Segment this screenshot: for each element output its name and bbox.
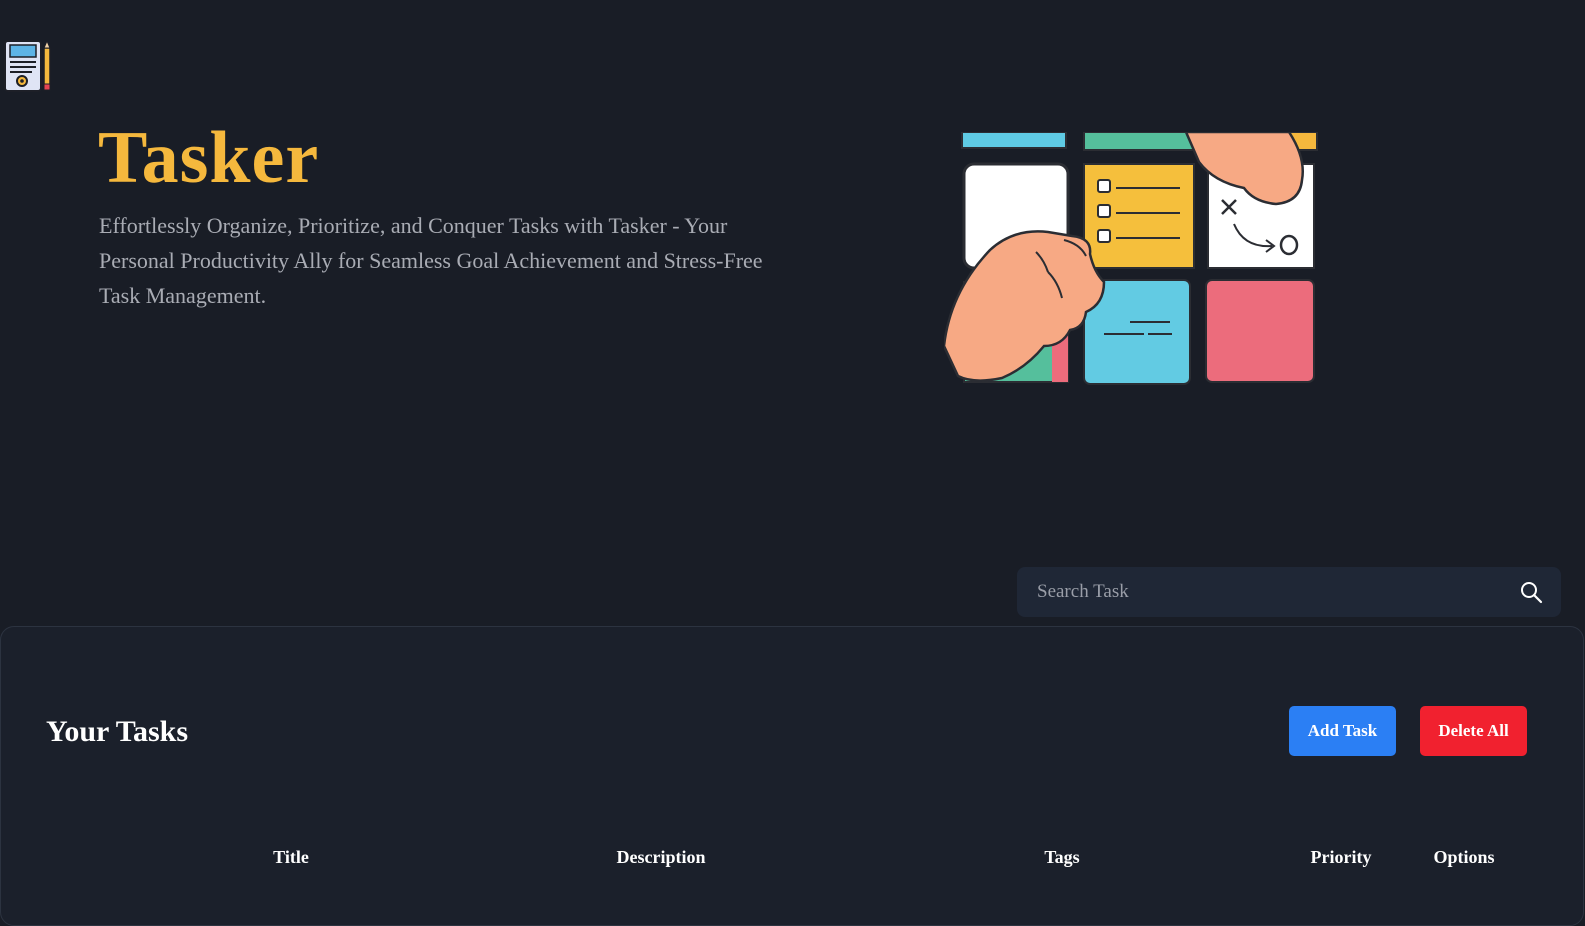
search-input[interactable] [1017, 567, 1497, 617]
add-task-button[interactable]: Add Task [1289, 706, 1396, 756]
app-subtitle: Effortlessly Organize, Prioritize, and C… [99, 213, 763, 308]
tasks-panel: Your Tasks Add Task Delete All Title Des… [0, 626, 1584, 926]
task-notepad-pencil-icon [4, 40, 51, 92]
search-bar [1017, 567, 1561, 617]
column-header-options: Options [1433, 847, 1495, 867]
search-icon[interactable] [1519, 580, 1543, 604]
column-header-description: Description [616, 847, 706, 867]
column-header-priority: Priority [1310, 847, 1372, 867]
delete-all-button[interactable]: Delete All [1420, 706, 1527, 756]
column-header-tags: Tags [1044, 847, 1080, 867]
tasks-heading: Your Tasks [46, 715, 189, 748]
column-header-title: Title [273, 847, 309, 867]
app-title: Tasker [98, 117, 320, 199]
sticky-notes-hands-illustration [944, 132, 1318, 385]
